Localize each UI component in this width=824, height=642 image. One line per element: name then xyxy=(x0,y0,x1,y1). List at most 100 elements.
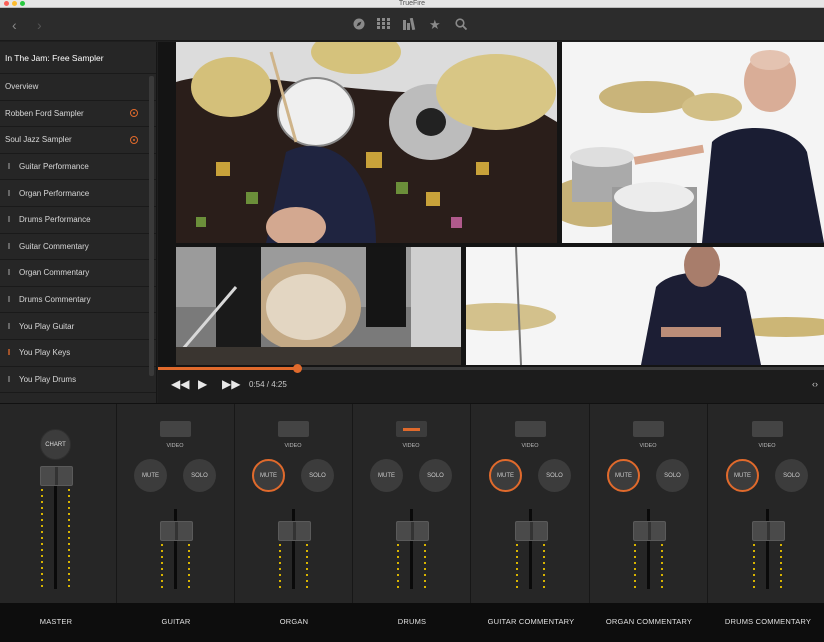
chart-button[interactable]: CHART xyxy=(40,429,71,460)
video-tile-pedals[interactable] xyxy=(176,247,461,365)
channel-fader[interactable] xyxy=(752,521,785,541)
lesson-sidebar: In The Jam: Free Sampler Overview Robben F… xyxy=(0,42,157,403)
mute-button[interactable]: MUTE xyxy=(252,459,285,492)
channel-strip: CHART xyxy=(0,404,117,604)
video-toggle-button[interactable] xyxy=(633,421,664,437)
sidebar-item-label: Drums Performance xyxy=(19,215,91,225)
sidebar-item[interactable]: ‖ You Play Guitar xyxy=(0,313,156,340)
solo-button[interactable]: SOLO xyxy=(419,459,452,492)
mute-button[interactable]: MUTE xyxy=(607,459,640,492)
library-icon[interactable] xyxy=(403,17,417,33)
sidebar-item[interactable]: Soul Jazz Sampler xyxy=(0,127,156,154)
progress-fill xyxy=(158,367,298,370)
video-tile-drums-overhead[interactable] xyxy=(176,42,557,243)
fast-forward-icon[interactable]: ▶▶ xyxy=(222,377,240,391)
level-meter xyxy=(661,544,663,589)
level-meter xyxy=(306,544,308,589)
channel-fader[interactable] xyxy=(633,521,666,541)
sidebar-item[interactable]: Overview xyxy=(0,74,156,101)
forward-icon[interactable]: › xyxy=(37,18,42,32)
video-toggle-button[interactable] xyxy=(752,421,783,437)
channel-name: ORGAN COMMENTARY xyxy=(605,617,693,626)
mute-button[interactable]: MUTE xyxy=(726,459,759,492)
grid-icon[interactable] xyxy=(377,18,390,32)
channel-name: GUITAR COMMENTARY xyxy=(487,617,575,626)
level-meter xyxy=(279,544,281,589)
channel-fader[interactable] xyxy=(278,521,311,541)
channel-strip: VIDEO MUTE SOLO xyxy=(235,404,353,604)
star-icon[interactable]: ★ xyxy=(429,18,441,32)
play-icon[interactable]: ▶ xyxy=(198,377,207,391)
video-tile-drummer-side[interactable] xyxy=(562,42,824,243)
channel-strip: VIDEO MUTE SOLO xyxy=(353,404,471,604)
track-icon: ‖ xyxy=(7,241,11,251)
solo-button[interactable]: SOLO xyxy=(301,459,334,492)
time-readout: 0:54 / 4:25 xyxy=(249,380,287,389)
sidebar-item[interactable]: ‖ You Play Drums xyxy=(0,367,156,394)
sidebar-item[interactable]: ‖ Drums Commentary xyxy=(0,287,156,314)
level-meter xyxy=(68,489,70,589)
solo-button[interactable]: SOLO xyxy=(183,459,216,492)
sidebar-item[interactable]: ‖ Organ Performance xyxy=(0,180,156,207)
search-icon[interactable] xyxy=(455,18,468,33)
sidebar-item-label: Overview xyxy=(5,82,39,92)
video-label: VIDEO xyxy=(639,443,657,449)
track-icon: ‖ xyxy=(7,268,11,278)
fader-track xyxy=(54,484,57,589)
sidebar-item[interactable]: Robben Ford Sampler xyxy=(0,101,156,128)
sidebar-item[interactable]: ‖ You Play Keys xyxy=(0,340,156,367)
mute-button[interactable]: MUTE xyxy=(370,459,403,492)
target-icon xyxy=(130,135,138,144)
video-label: VIDEO xyxy=(758,443,776,449)
video-toggle-button[interactable] xyxy=(515,421,546,437)
toolbar: ‹ › ★ xyxy=(0,8,824,41)
solo-button[interactable]: SOLO xyxy=(538,459,571,492)
mute-button[interactable]: MUTE xyxy=(489,459,522,492)
video-label: VIDEO xyxy=(402,443,420,449)
master-fader[interactable] xyxy=(40,466,73,486)
solo-button[interactable]: SOLO xyxy=(775,459,808,492)
sidebar-item[interactable]: ‖ Guitar Performance xyxy=(0,154,156,181)
back-icon[interactable]: ‹ xyxy=(12,18,17,32)
channel-fader[interactable] xyxy=(160,521,193,541)
playback-controls: ◀◀ ▶ ▶▶ 0:54 / 4:25 ‹› xyxy=(158,364,824,403)
channel-fader[interactable] xyxy=(515,521,548,541)
mixer-panel: CHART VIDEO MUTE SOLO VIDEO MUTE SOLO VIDEO MUTE… xyxy=(0,403,824,604)
progress-bar[interactable] xyxy=(158,364,824,373)
channel-fader[interactable] xyxy=(396,521,429,541)
level-meter xyxy=(780,544,782,589)
track-icon: ‖ xyxy=(7,295,11,305)
app-window: TrueFire ‹ › ★ In The Jam: Free Sampler O… xyxy=(0,0,824,642)
sidebar-item[interactable]: ‖ Organ Commentary xyxy=(0,260,156,287)
video-label: VIDEO xyxy=(284,443,302,449)
level-meter xyxy=(397,544,399,589)
level-meter xyxy=(753,544,755,589)
track-icon: ‖ xyxy=(7,162,11,172)
sidebar-item-label: You Play Drums xyxy=(19,374,77,384)
video-grid xyxy=(158,42,824,367)
channel-name: DRUMS xyxy=(397,617,427,626)
video-toggle-button[interactable] xyxy=(396,421,427,437)
channel-strip: VIDEO MUTE SOLO xyxy=(709,404,824,604)
solo-button[interactable]: SOLO xyxy=(656,459,689,492)
progress-handle[interactable] xyxy=(293,364,303,373)
track-icon-active: ‖ xyxy=(7,348,11,358)
channel-name: ORGAN xyxy=(279,617,309,626)
fullscreen-icon[interactable]: ‹› xyxy=(812,379,818,389)
video-toggle-button[interactable] xyxy=(160,421,191,437)
mute-button[interactable]: MUTE xyxy=(134,459,167,492)
sidebar-scrollbar[interactable] xyxy=(149,76,154,376)
rewind-icon[interactable]: ◀◀ xyxy=(171,377,189,391)
channel-strip: VIDEO MUTE SOLO xyxy=(117,404,235,604)
compass-icon[interactable] xyxy=(353,18,365,33)
sidebar-item[interactable]: ‖ Guitar Commentary xyxy=(0,234,156,261)
sidebar-item[interactable]: In The Jam: Free Sampler xyxy=(0,42,156,74)
channel-name: MASTER xyxy=(39,617,73,626)
video-toggle-button[interactable] xyxy=(278,421,309,437)
sidebar-item-label: You Play Keys xyxy=(19,348,71,358)
sidebar-item-label: In The Jam: Free Sampler xyxy=(5,52,104,63)
video-tile-drummer-front[interactable] xyxy=(466,247,824,365)
sidebar-item-label: Robben Ford Sampler xyxy=(5,108,84,118)
sidebar-item-label: Guitar Commentary xyxy=(19,241,89,251)
sidebar-item[interactable]: ‖ Drums Performance xyxy=(0,207,156,234)
